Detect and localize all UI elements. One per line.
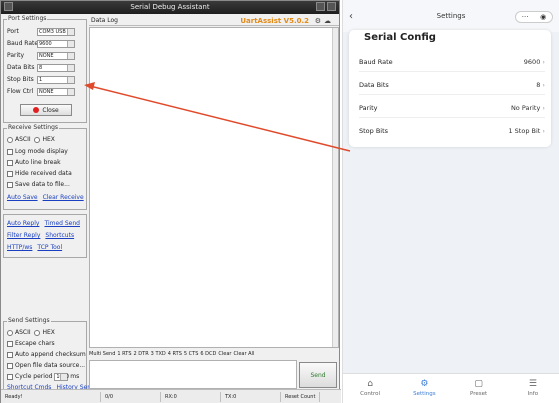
arrow-line xyxy=(89,85,351,152)
annotation-arrow xyxy=(84,82,351,152)
arrow-head xyxy=(84,82,95,90)
screenshot-stage: Serial Debug Assistant Port Settings Por… xyxy=(0,0,559,403)
